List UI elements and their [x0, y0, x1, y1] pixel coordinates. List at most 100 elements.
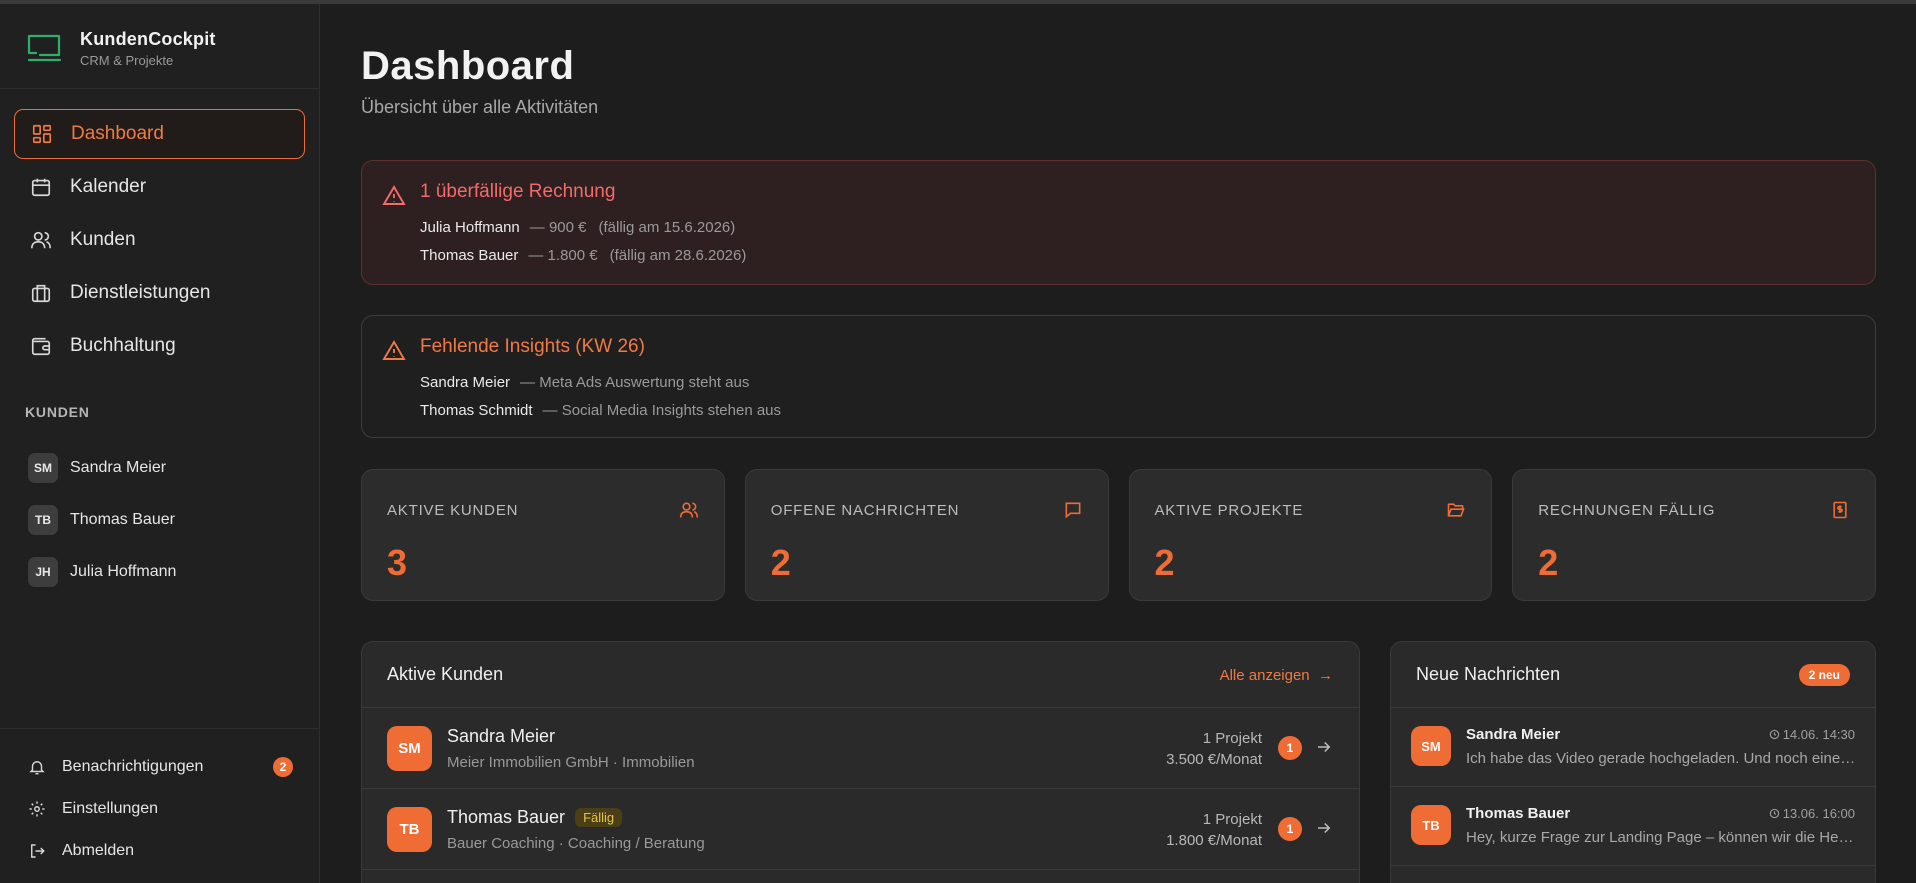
stat-value: 2 — [1154, 542, 1175, 583]
alert-row: Julia Hoffmann — 900 € (fällig am 15.6.2… — [420, 213, 1875, 241]
divider — [0, 88, 320, 89]
stat-label: AKTIVE KUNDEN — [387, 502, 519, 519]
count-badge: 1 — [1278, 736, 1302, 760]
status-badge: Fällig — [575, 808, 623, 827]
avatar: SM — [28, 453, 58, 483]
nav-item-label: Dashboard — [71, 123, 164, 144]
client-row[interactable]: TB Thomas Bauer Fällig Bauer Coaching · … — [362, 789, 1359, 870]
client-meta: 1 Projekt 3.500 €/Monat — [1166, 728, 1262, 770]
folder-icon — [1447, 503, 1465, 517]
client-name: Sandra Meier — [70, 459, 167, 476]
users-icon — [679, 502, 698, 518]
bell-icon — [29, 761, 45, 775]
client-name: Thomas Bauer — [70, 511, 175, 528]
stat-value: 2 — [770, 542, 791, 583]
new-count-badge: 2 neu — [1798, 664, 1850, 686]
stat-label: AKTIVE PROJEKTE — [1154, 502, 1304, 519]
client-name: Thomas Bauer — [447, 807, 566, 827]
client-name: Sandra Meier — [447, 726, 556, 746]
client-row-name: Sandra Meier — [447, 726, 555, 747]
client-name: Julia Hoffmann — [70, 563, 177, 580]
avatar: SM — [1411, 726, 1451, 766]
arrow-right-icon[interactable] — [1315, 738, 1333, 756]
brand[interactable]: KundenCockpit CRM & Projekte — [26, 26, 216, 70]
alert-due-date: (fällig am 15.6.2026) — [598, 218, 736, 236]
notifications-label: Benachrichtigungen — [62, 758, 204, 775]
brand-name: KundenCockpit — [80, 28, 216, 49]
alert-client-name: Julia Hoffmann — [420, 218, 520, 236]
settings-button[interactable]: Einstellungen — [28, 788, 293, 830]
alert-row: Thomas Schmidt — Social Media Insights s… — [420, 396, 1875, 424]
page-subtitle: Übersicht über alle Aktivitäten — [361, 97, 599, 117]
nav-item-dienstleistungen[interactable]: Dienstleistungen — [14, 268, 305, 318]
alert-detail: — Social Media Insights stehen aus — [542, 401, 782, 419]
panel-title: Aktive Kunden — [387, 664, 504, 684]
sidebar-client-julia-hoffmann[interactable]: JH Julia Hoffmann — [28, 546, 298, 598]
monthly-revenue: 3.500 €/Monat — [1166, 751, 1262, 768]
alert-amount: — 900 € — [529, 218, 587, 236]
missing-insights-alert[interactable]: Fehlende Insights (KW 26) Sandra Meier —… — [361, 315, 1876, 438]
client-meta: 1 Projekt 1.800 €/Monat — [1166, 809, 1262, 851]
notifications-button[interactable]: Benachrichtigungen 2 — [28, 746, 293, 788]
page-title: Dashboard — [361, 44, 575, 88]
stat-card-active-projects[interactable]: AKTIVE PROJEKTE 2 — [1128, 469, 1493, 601]
main-nav: Dashboard Kalender Kunden Dienstleistung… — [14, 109, 305, 374]
alert-due-date: (fällig am 28.6.2026) — [609, 246, 747, 264]
stat-label: OFFENE NACHRICHTEN — [770, 502, 960, 519]
new-messages-panel: Neue Nachrichten 2 neu SM Sandra Meier 1… — [1390, 641, 1876, 883]
alert-row: Sandra Meier — Meta Ads Auswertung steht… — [420, 368, 1875, 396]
alert-amount: — 1.800 € — [528, 246, 598, 264]
gear-icon — [29, 801, 45, 817]
brand-subtitle: CRM & Projekte — [80, 52, 174, 68]
sidebar-client-list: SM Sandra Meier TB Thomas Bauer JH Julia… — [28, 442, 298, 598]
stat-card-invoices-due[interactable]: RECHNUNGEN FÄLLIG 2 — [1512, 469, 1876, 601]
nav-item-kalender[interactable]: Kalender — [14, 162, 305, 212]
dashboard-grid-icon — [32, 124, 52, 144]
client-company: Meier Immobilien GmbH · Immobilien — [447, 754, 695, 771]
section-label-kunden: KUNDEN — [25, 404, 90, 420]
alert-client-name: Sandra Meier — [420, 373, 511, 391]
nav-item-buchhaltung[interactable]: Buchhaltung — [14, 321, 305, 371]
project-count: 1 Projekt — [1202, 811, 1262, 828]
show-all-link[interactable]: Alle anzeigen → — [1220, 667, 1333, 684]
monthly-revenue: 1.800 €/Monat — [1166, 832, 1262, 849]
message-row[interactable]: TB Thomas Bauer 13.06. 16:00 Hey, kurze … — [1391, 787, 1875, 866]
stat-label: RECHNUNGEN FÄLLIG — [1538, 502, 1716, 519]
arrow-right-icon[interactable] — [1315, 819, 1333, 837]
clock-icon — [1769, 808, 1779, 819]
client-row[interactable]: SM Sandra Meier Meier Immobilien GmbH · … — [362, 708, 1359, 789]
client-row-name: Thomas Bauer Fällig — [447, 807, 623, 828]
logout-label: Abmelden — [62, 842, 135, 859]
panel-title: Neue Nachrichten — [1416, 664, 1561, 684]
message-sender: Thomas Bauer — [1466, 805, 1571, 822]
alert-row: Thomas Bauer — 1.800 € (fällig am 28.6.2… — [420, 241, 1875, 269]
count-badge: 1 — [1278, 817, 1302, 841]
client-company: Bauer Coaching · Coaching / Beratung — [447, 835, 705, 852]
warning-triangle-icon — [382, 340, 406, 360]
message-row[interactable]: SM Sandra Meier 14.06. 14:30 Ich habe da… — [1391, 708, 1875, 787]
stat-card-active-clients[interactable]: AKTIVE KUNDEN 3 — [361, 469, 725, 601]
sidebar-client-sandra-meier[interactable]: SM Sandra Meier — [28, 442, 298, 494]
message-preview: Hey, kurze Frage zur Landing Page – könn… — [1466, 829, 1856, 846]
sidebar-client-thomas-bauer[interactable]: TB Thomas Bauer — [28, 494, 298, 546]
calendar-icon — [31, 178, 51, 197]
divider — [0, 728, 320, 729]
avatar: SM — [387, 726, 432, 771]
panel-header: Aktive Kunden Alle anzeigen → — [362, 642, 1359, 708]
message-time: 14.06. 14:30 — [1769, 727, 1855, 742]
overdue-invoice-alert[interactable]: 1 überfällige Rechnung Julia Hoffmann — … — [361, 160, 1876, 285]
nav-item-label: Buchhaltung — [70, 335, 176, 356]
nav-item-label: Kalender — [70, 176, 147, 197]
stat-card-open-messages[interactable]: OFFENE NACHRICHTEN 2 — [744, 469, 1109, 601]
arrow-right-icon: → — [1313, 667, 1333, 684]
logout-icon — [31, 844, 45, 858]
alert-title: 1 überfällige Rechnung — [420, 181, 616, 202]
nav-item-kunden[interactable]: Kunden — [14, 215, 305, 265]
sidebar: KundenCockpit CRM & Projekte Dashboard K… — [0, 4, 320, 883]
avatar: TB — [1411, 805, 1451, 845]
message-time: 13.06. 16:00 — [1769, 806, 1855, 821]
wallet-icon — [31, 337, 51, 356]
logout-button[interactable]: Abmelden — [28, 830, 293, 872]
nav-item-dashboard[interactable]: Dashboard — [14, 109, 305, 159]
invoice-icon — [1833, 501, 1847, 519]
